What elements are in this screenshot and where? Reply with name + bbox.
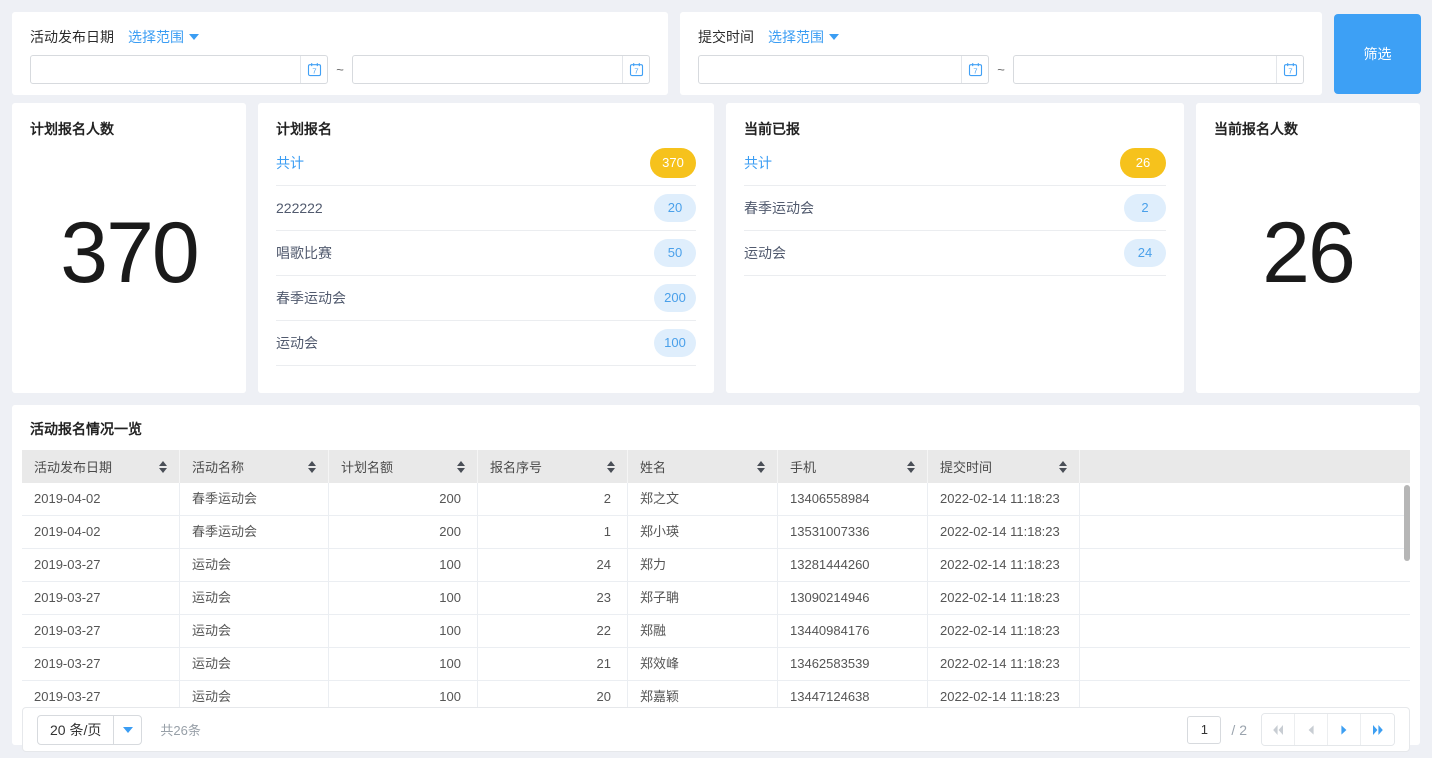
publish-date-start-input[interactable] [31,56,300,83]
count-badge: 24 [1124,239,1166,267]
current-page-input[interactable] [1187,716,1221,744]
submit-time-range-selector[interactable]: 选择范围 [768,27,839,47]
last-page-button[interactable] [1361,714,1394,745]
planned-total-title: 计划报名人数 [30,119,228,139]
table-row: 2019-04-02 春季运动会 200 2 郑之文 13406558984 2… [22,483,1410,516]
chevron-down-icon [113,716,141,744]
range-separator: ~ [989,62,1013,77]
table-row: 2019-03-27 运动会 100 22 郑融 13440984176 202… [22,615,1410,648]
table-row: 2019-03-27 运动会 100 20 郑嘉颖 13447124638 20… [22,681,1410,707]
list-item: 运动会 100 [276,321,696,366]
publish-date-filter-panel: 活动发布日期 选择范围 7 ~ 7 [12,12,668,95]
current-total-card: 当前报名人数 26 [1196,103,1420,393]
vertical-scrollbar[interactable] [1404,485,1410,561]
list-item: 222222 20 [276,186,696,231]
column-header-name[interactable]: 姓名 [628,450,778,483]
total-pages-text: / 2 [1231,722,1247,738]
page-size-select[interactable]: 20 条/页 [37,715,142,745]
submit-time-start-input[interactable] [699,56,961,83]
first-page-button[interactable] [1262,714,1295,745]
previous-page-button[interactable] [1295,714,1328,745]
planned-breakdown-card: 计划报名 共计 370 222222 20 唱歌比赛 50 春季运动会 200 … [258,103,714,393]
column-header-planned-quota[interactable]: 计划名额 [329,450,478,483]
list-item: 春季运动会 200 [276,276,696,321]
sort-icon [757,461,765,473]
table-title: 活动报名情况一览 [12,405,1420,450]
planned-breakdown-title: 计划报名 [276,119,696,139]
range-link-label: 选择范围 [128,27,184,47]
svg-text:7: 7 [973,66,977,75]
filter-button[interactable]: 筛选 [1334,14,1421,94]
submit-time-start[interactable]: 7 [698,55,989,84]
list-item: 运动会 24 [744,231,1166,276]
svg-text:7: 7 [634,66,638,75]
column-header-publish-date[interactable]: 活动发布日期 [22,450,180,483]
chevron-down-icon [829,34,839,40]
table-row: 2019-03-27 运动会 100 23 郑子聃 13090214946 20… [22,582,1410,615]
count-badge: 20 [654,194,696,222]
table-row: 2019-04-02 春季运动会 200 1 郑小瑛 13531007336 2… [22,516,1410,549]
submit-time-end[interactable]: 7 [1013,55,1304,84]
sort-icon [159,461,167,473]
list-item: 唱歌比赛 50 [276,231,696,276]
column-header-activity-name[interactable]: 活动名称 [180,450,329,483]
current-breakdown-card: 当前已报 共计 26 春季运动会 2 运动会 24 [726,103,1184,393]
count-badge: 26 [1120,148,1166,178]
publish-date-label: 活动发布日期 [30,27,114,47]
current-total-title: 当前报名人数 [1214,119,1402,139]
publish-date-start[interactable]: 7 [30,55,328,84]
count-badge: 200 [654,284,696,312]
range-link-label: 选择范围 [768,27,824,47]
svg-text:7: 7 [312,66,316,75]
count-badge: 370 [650,148,696,178]
list-item: 春季运动会 2 [744,186,1166,231]
registration-table-card: 活动报名情况一览 活动发布日期 活动名称 计划名额 报名序号 姓名 [12,405,1420,745]
sort-icon [907,461,915,473]
chevron-down-icon [189,34,199,40]
calendar-icon[interactable]: 7 [1276,56,1303,83]
table-body: 2019-04-02 春季运动会 200 2 郑之文 13406558984 2… [22,483,1410,707]
count-badge: 50 [654,239,696,267]
current-total-value: 26 [1214,139,1402,377]
page-size-label: 20 条/页 [38,716,113,744]
calendar-icon[interactable]: 7 [622,56,649,83]
submit-time-label: 提交时间 [698,27,754,47]
table-row: 2019-03-27 运动会 100 24 郑力 13281444260 202… [22,549,1410,582]
sort-icon [308,461,316,473]
planned-total-card: 计划报名人数 370 [12,103,246,393]
calendar-icon[interactable]: 7 [961,56,988,83]
submit-time-filter-panel: 提交时间 选择范围 7 ~ 7 [680,12,1322,95]
svg-text:7: 7 [1288,66,1292,75]
range-separator: ~ [328,62,352,77]
count-badge: 2 [1124,194,1166,222]
sort-icon [607,461,615,473]
column-header-submit-time[interactable]: 提交时间 [928,450,1080,483]
planned-total-value: 370 [30,139,228,377]
publish-date-end-input[interactable] [353,56,622,83]
calendar-icon[interactable]: 7 [300,56,327,83]
pagination-bar: 20 条/页 共26条 / 2 [22,707,1410,752]
list-item: 共计 370 [276,141,696,186]
publish-date-end[interactable]: 7 [352,55,650,84]
total-count-text: 共26条 [160,720,200,739]
column-header-phone[interactable]: 手机 [778,450,928,483]
sort-icon [457,461,465,473]
column-header-serial-number[interactable]: 报名序号 [478,450,628,483]
next-page-button[interactable] [1328,714,1361,745]
current-breakdown-title: 当前已报 [744,119,1166,139]
count-badge: 100 [654,329,696,357]
submit-time-end-input[interactable] [1014,56,1276,83]
table-header-row: 活动发布日期 活动名称 计划名额 报名序号 姓名 手机 [22,450,1410,483]
list-item: 共计 26 [744,141,1166,186]
table-row: 2019-03-27 运动会 100 21 郑效峰 13462583539 20… [22,648,1410,681]
sort-icon [1059,461,1067,473]
column-header-empty [1080,450,1410,483]
publish-date-range-selector[interactable]: 选择范围 [128,27,199,47]
